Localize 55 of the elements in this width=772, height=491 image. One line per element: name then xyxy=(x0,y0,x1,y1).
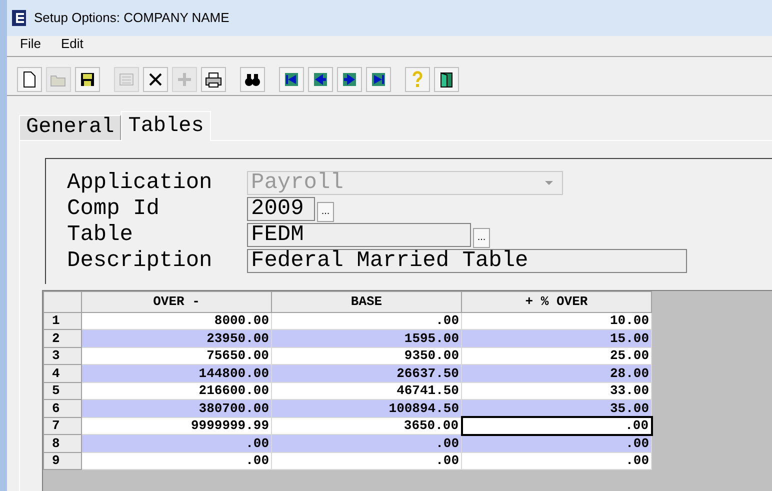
row-number: 9 xyxy=(44,452,82,470)
table-cell[interactable]: .00 xyxy=(82,452,272,470)
table-cell[interactable]: .00 xyxy=(272,434,462,452)
column-header: OVER - xyxy=(82,292,272,312)
toolbar-button[interactable] xyxy=(143,66,168,92)
toolbar-button[interactable] xyxy=(337,66,362,92)
table-cell[interactable]: 380700.00 xyxy=(82,400,272,417)
lookup-button[interactable]: ... xyxy=(473,228,490,248)
column-header: BASE xyxy=(272,292,462,312)
table-cell[interactable]: 23950.00 xyxy=(82,330,272,347)
toolbar-button[interactable] xyxy=(279,66,304,92)
lookup-button[interactable]: ... xyxy=(317,202,334,222)
row-number: 3 xyxy=(44,347,82,364)
toolbar-button[interactable] xyxy=(308,66,333,92)
row-number: 5 xyxy=(44,382,82,400)
field-label: Application xyxy=(67,171,214,195)
table-cell[interactable]: .00 xyxy=(272,452,462,470)
table-cell[interactable]: .00 xyxy=(462,417,652,434)
tab[interactable]: Tables xyxy=(121,111,211,141)
corner-cell xyxy=(44,292,82,312)
table-cell[interactable]: 144800.00 xyxy=(82,364,272,382)
field-label: Comp Id xyxy=(67,197,160,221)
row-number: 4 xyxy=(44,364,82,382)
toolbar-button[interactable] xyxy=(434,66,459,92)
toolbar-button[interactable] xyxy=(366,66,391,92)
toolbar-button[interactable] xyxy=(201,66,226,92)
field-label: Description xyxy=(67,249,214,273)
row-number: 7 xyxy=(44,417,82,434)
row-number: 8 xyxy=(44,434,82,452)
table-cell[interactable]: .00 xyxy=(462,452,652,470)
row-number: 6 xyxy=(44,400,82,417)
table-cell[interactable]: 15.00 xyxy=(462,330,652,347)
input-field[interactable]: FEDM xyxy=(247,223,471,247)
column-header: + % OVER xyxy=(462,292,652,312)
row-number: 1 xyxy=(44,312,82,330)
table-cell[interactable]: .00 xyxy=(462,434,652,452)
menu-item[interactable]: Edit xyxy=(60,34,84,54)
toolbar-button[interactable] xyxy=(17,66,42,92)
input-field[interactable]: Federal Married Table xyxy=(247,249,687,273)
menu-item[interactable]: File xyxy=(20,34,41,54)
app-icon xyxy=(12,10,26,26)
table-cell[interactable]: 1595.00 xyxy=(272,330,462,347)
table-cell[interactable]: 100894.50 xyxy=(272,400,462,417)
toolbar-button[interactable] xyxy=(75,66,100,92)
field-label: Table xyxy=(67,223,134,247)
table-cell[interactable]: 28.00 xyxy=(462,364,652,382)
dropdown-arrow-icon xyxy=(545,181,553,185)
tab[interactable]: General xyxy=(19,115,122,140)
table-cell[interactable]: 26637.50 xyxy=(272,364,462,382)
table-cell[interactable]: .00 xyxy=(82,434,272,452)
toolbar-button[interactable] xyxy=(240,66,265,92)
input-field[interactable]: 2009 xyxy=(247,197,315,221)
printer-icon xyxy=(204,70,223,88)
row-number: 2 xyxy=(44,330,82,347)
window-title: Setup Options: COMPANY NAME xyxy=(34,9,230,28)
